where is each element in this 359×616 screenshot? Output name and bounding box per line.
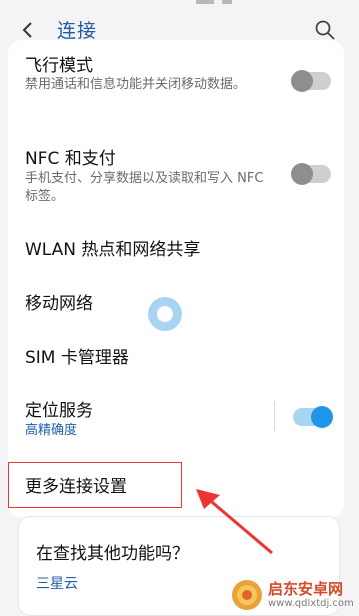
search-icon	[315, 20, 335, 40]
status-icon	[196, 0, 214, 4]
watermark-name: 启东安卓网	[268, 580, 344, 598]
setting-description: 手机支付、分享数据以及读取和写入 NFC 标签。	[25, 171, 264, 204]
suggestion-question: 在查找其他功能吗？	[36, 544, 189, 564]
location-row[interactable]: 定位服务 高精确度	[8, 384, 344, 448]
status-icon	[222, 0, 232, 4]
setting-description: 禁用通话和信息功能并关闭移动数据。	[25, 77, 247, 92]
touch-indicator	[148, 297, 182, 331]
airplane-mode-toggle[interactable]	[291, 70, 331, 92]
back-button[interactable]	[16, 18, 40, 42]
location-toggle[interactable]	[293, 406, 333, 428]
page-title: 连接	[57, 20, 98, 42]
setting-label: 飞行模式	[25, 56, 93, 76]
setting-label: NFC 和支付	[25, 149, 116, 169]
highlight-box	[8, 462, 182, 508]
watermark: 启东安卓网 www.qdlxtdj.com	[232, 578, 356, 614]
search-button[interactable]	[313, 18, 337, 42]
watermark-url: www.qdlxtdj.com	[268, 598, 354, 609]
pointer-arrow-icon	[196, 489, 273, 555]
setting-description: 高精确度	[25, 423, 78, 438]
nfc-toggle[interactable]	[291, 163, 331, 185]
settings-card: 飞行模式 禁用通话和信息功能并关闭移动数据。 NFC 和支付 手机支付、分享数据…	[8, 40, 344, 518]
divider	[274, 401, 275, 431]
setting-label: 移动网络	[25, 294, 93, 314]
samsung-cloud-link[interactable]: 三星云	[36, 573, 78, 593]
watermark-logo-icon	[232, 580, 262, 610]
nfc-row[interactable]: NFC 和支付 手机支付、分享数据以及读取和写入 NFC 标签。	[8, 132, 344, 212]
chevron-left-icon	[22, 22, 32, 38]
wlan-hotspot-row[interactable]: WLAN 热点和网络共享	[8, 220, 344, 272]
setting-label: 定位服务	[25, 401, 93, 421]
setting-label: WLAN 热点和网络共享	[25, 240, 201, 260]
setting-label: SIM 卡管理器	[25, 348, 129, 368]
sim-manager-row[interactable]: SIM 卡管理器	[8, 328, 344, 380]
airplane-mode-row[interactable]: 飞行模式 禁用通话和信息功能并关闭移动数据。	[8, 40, 344, 120]
